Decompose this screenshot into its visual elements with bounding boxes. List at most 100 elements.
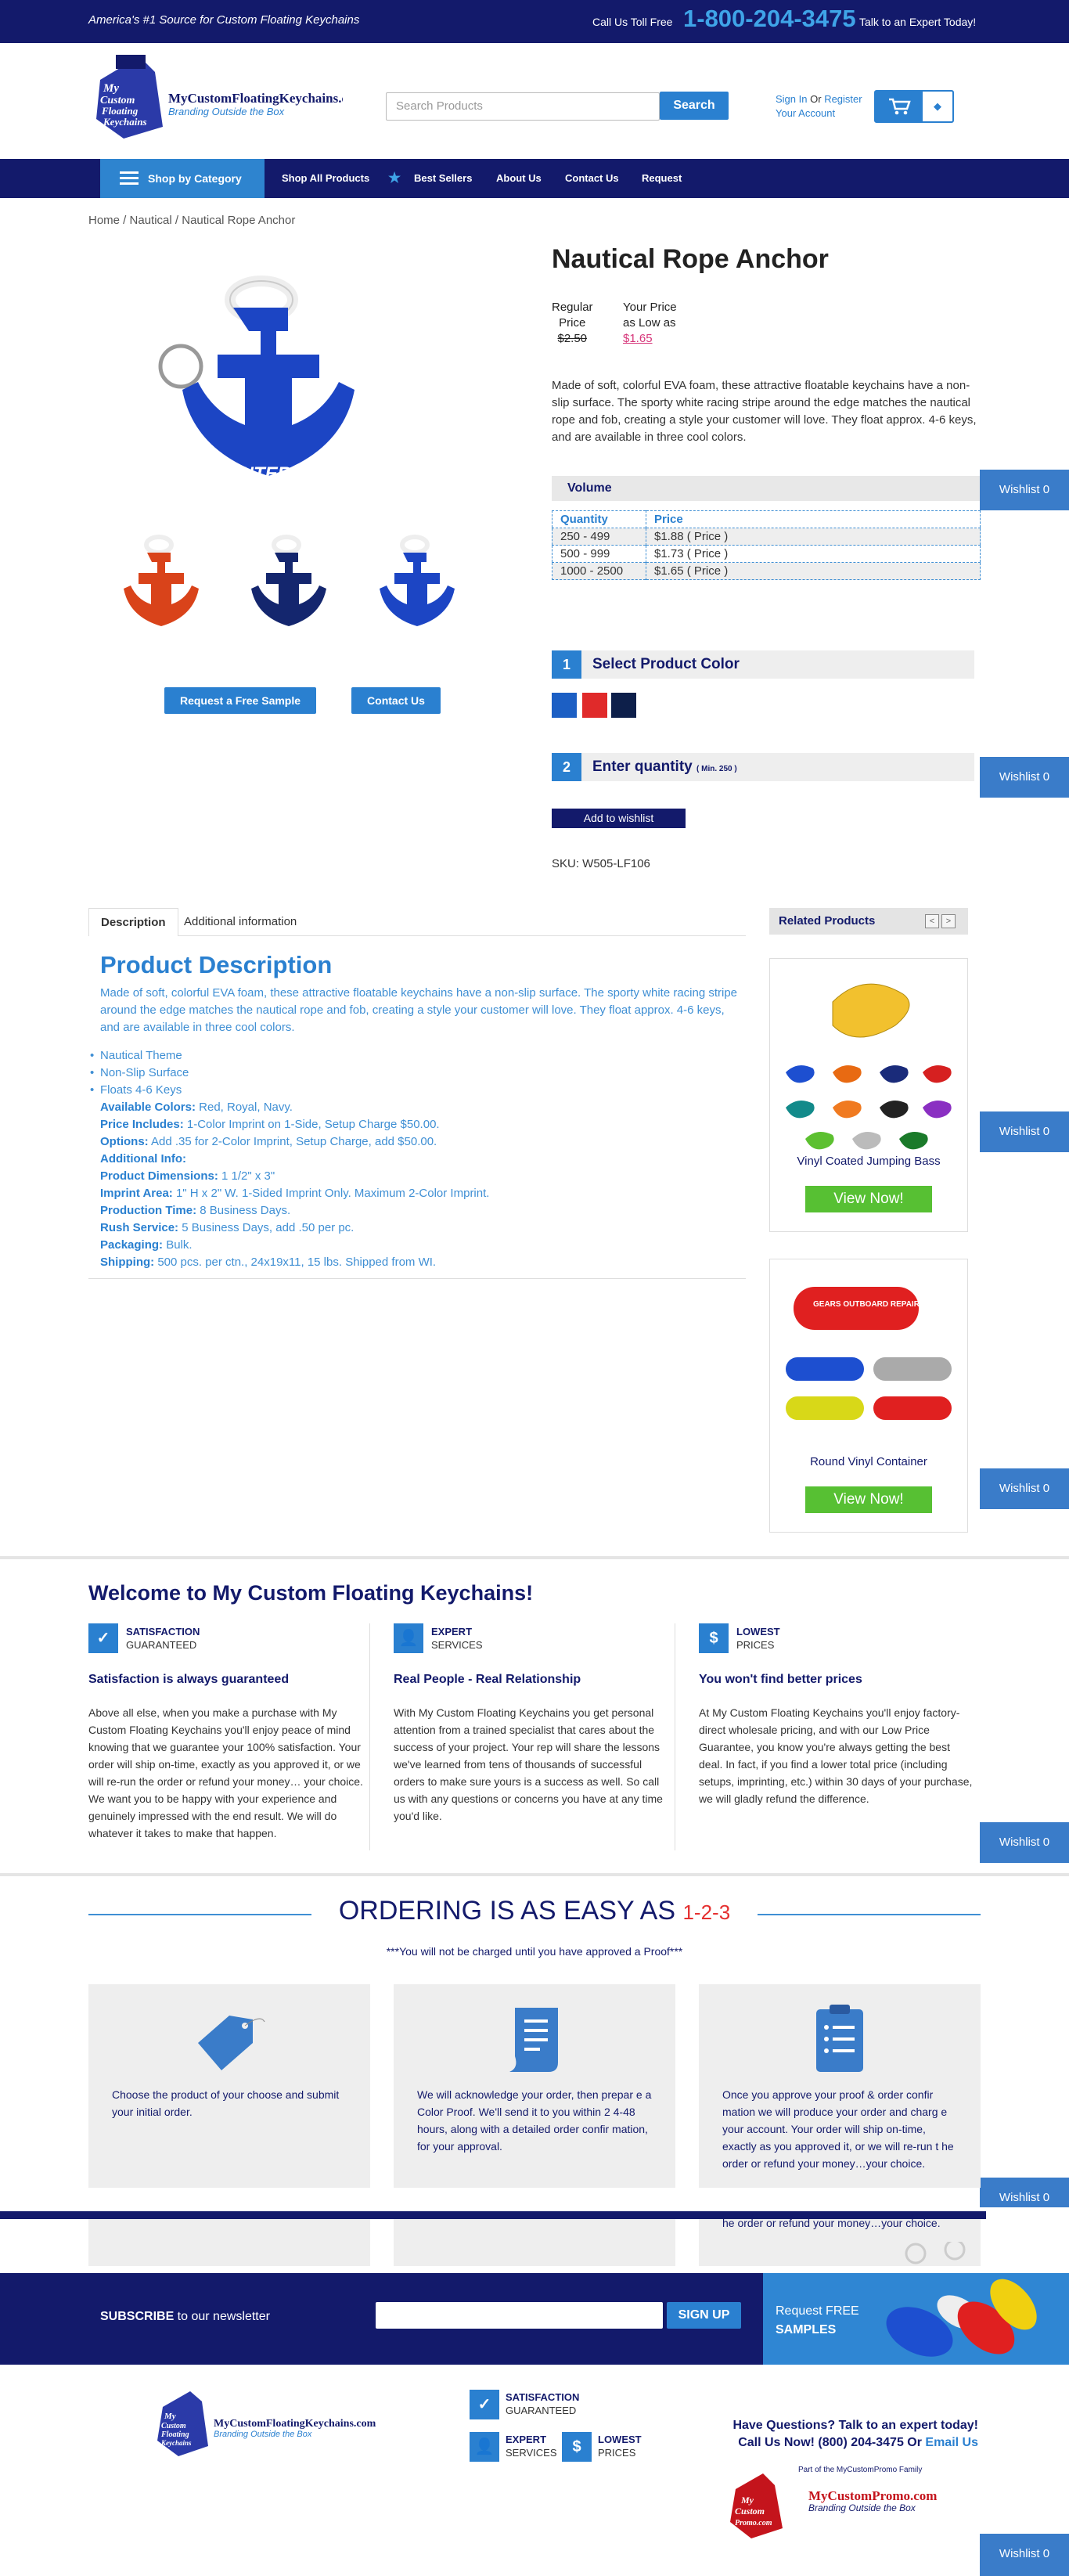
- product-description-text: Made of soft, colorful EVA foam, these a…: [100, 986, 738, 1034]
- svg-text:Custom: Custom: [735, 2506, 765, 2517]
- divider: [88, 1278, 746, 1279]
- related-product-name[interactable]: Vinyl Coated Jumping Bass: [770, 1155, 967, 1168]
- tab-additional-information[interactable]: Additional information: [184, 908, 297, 936]
- cart-button[interactable]: ◆: [874, 90, 954, 123]
- contact-us-button[interactable]: Contact Us: [351, 687, 441, 714]
- breadcrumb: Home / Nautical / Nautical Rope Anchor: [88, 214, 296, 227]
- step-select-color: 1 Select Product Color: [552, 650, 974, 679]
- register-link[interactable]: Register: [824, 93, 862, 105]
- wishlist-tab[interactable]: Wishlist 0: [980, 1111, 1069, 1152]
- newsletter-email-input[interactable]: [376, 2302, 663, 2329]
- svg-text:Promo.com: Promo.com: [735, 2519, 772, 2527]
- round-vinyl-container-image: GEARS OUTBOARD REPAIR: [786, 1287, 952, 1420]
- ordering-note: ***You will not be charged until you hav…: [386, 1945, 683, 1958]
- svg-text:MyCustomPromo.com: MyCustomPromo.com: [808, 2488, 937, 2503]
- spec-row: Additional Info:: [100, 1152, 186, 1166]
- view-now-button[interactable]: View Now!: [805, 1486, 932, 1513]
- wishlist-tab[interactable]: Wishlist 0: [980, 1822, 1069, 1863]
- cart-dropdown-icon[interactable]: ◆: [923, 92, 952, 121]
- cart-icon: [876, 92, 923, 121]
- breadcrumb-nautical[interactable]: Nautical: [130, 214, 172, 227]
- thumbnail-red[interactable]: [112, 529, 229, 647]
- site-logo[interactable]: My Custom Floating Keychains MyCustomFlo…: [92, 49, 365, 142]
- regular-price: $2.50: [557, 332, 588, 345]
- image-brand: MONTEREY: [210, 463, 318, 485]
- wishlist-tab[interactable]: Wishlist 0: [980, 1468, 1069, 1509]
- svg-text:Custom: Custom: [161, 2422, 186, 2430]
- your-price: $1.65: [623, 332, 653, 345]
- product-description-heading: Product Description: [100, 951, 333, 978]
- menu-icon: [120, 171, 139, 186]
- tagline: America's #1 Source for Custom Floating …: [88, 13, 360, 27]
- person-icon: 👤: [470, 2432, 499, 2462]
- spec-row: Production Time: 8 Business Days.: [100, 1204, 291, 1217]
- sku: SKU: W505-LF106: [552, 857, 650, 870]
- mycustompromo-logo[interactable]: My Custom Promo.com MyCustomPromo.com Br…: [724, 2466, 951, 2540]
- or-label: Or: [810, 93, 822, 105]
- add-to-wishlist-button[interactable]: Add to wishlist: [552, 809, 686, 828]
- spec-row: Shipping: 500 pcs. per ctn., 24x19x11, 1…: [100, 1256, 437, 1269]
- color-swatch-red[interactable]: [582, 693, 607, 718]
- shop-by-category[interactable]: Shop by Category: [100, 159, 265, 198]
- nav-about-us[interactable]: About Us: [496, 159, 542, 198]
- table-row: Quantity Price: [552, 510, 981, 528]
- email-us-link[interactable]: Email Us: [925, 2436, 978, 2449]
- sign-up-button[interactable]: SIGN UP: [667, 2302, 741, 2329]
- spec-row: Available Colors: Red, Royal, Navy.: [100, 1101, 293, 1114]
- nav-shop-all[interactable]: Shop All Products: [282, 159, 369, 198]
- list-item: Floats 4-6 Keys: [88, 1082, 746, 1099]
- contact-cta: Have Questions? Talk to an expert today!…: [732, 2419, 978, 2449]
- spec-row: Options: Add .35 for 2-Color Imprint, Se…: [100, 1135, 437, 1148]
- next-arrow-icon[interactable]: >: [941, 914, 956, 928]
- star-icon: ★: [388, 170, 401, 186]
- tab-description[interactable]: Description: [88, 908, 178, 936]
- thumbnail-navy[interactable]: [239, 529, 357, 647]
- divider: [369, 1623, 370, 1850]
- phone-link[interactable]: 1-800-204-3475: [683, 5, 856, 33]
- your-account-link[interactable]: Your Account: [776, 107, 835, 119]
- spec-row: Product Dimensions: 1 1/2" x 3": [100, 1169, 275, 1183]
- nav-request[interactable]: Request: [642, 159, 682, 198]
- search-button[interactable]: Search: [660, 92, 729, 120]
- regular-price-block: Regular Price $2.50: [552, 301, 593, 345]
- related-product-card[interactable]: GEARS OUTBOARD REPAIR Round Vinyl Contai…: [769, 1259, 968, 1533]
- section-divider: [0, 1556, 1069, 1559]
- product-spec-list: Nautical Theme Non-Slip Surface Floats 4…: [88, 1047, 746, 1271]
- ordering-step-1: Choose the product of your choose and su…: [88, 1984, 370, 2188]
- wishlist-tab[interactable]: Wishlist 0: [980, 470, 1069, 510]
- request-free-samples[interactable]: Request FREE SAMPLES: [763, 2242, 1069, 2365]
- check-icon: ✓: [470, 2390, 499, 2419]
- color-swatch-royal[interactable]: [552, 693, 577, 718]
- product-main-image[interactable]: MONTEREY BOATS: [146, 253, 412, 523]
- search-input[interactable]: Search Products: [386, 92, 660, 121]
- spec-row: Imprint Area: 1" H x 2" W. 1-Sided Impri…: [100, 1187, 490, 1200]
- prev-arrow-icon[interactable]: <: [925, 914, 939, 928]
- nav-contact-us[interactable]: Contact Us: [565, 159, 619, 198]
- thumbnail-royal[interactable]: [368, 529, 485, 647]
- call-label: Call Us Toll Free: [592, 16, 673, 28]
- related-product-card[interactable]: Vinyl Coated Jumping Bass View Now!: [769, 958, 968, 1232]
- svg-text:Keychains: Keychains: [160, 2439, 192, 2447]
- svg-text:Branding Outside the Box: Branding Outside the Box: [214, 2430, 312, 2439]
- product-tabs: Description Additional information: [88, 908, 746, 936]
- step-enter-quantity: 2 Enter quantity ( Min. 250 ): [552, 753, 974, 781]
- free-sample-button[interactable]: Request a Free Sample: [164, 687, 316, 714]
- color-swatch-navy[interactable]: [611, 693, 636, 718]
- document-icon: [509, 2008, 558, 2072]
- person-icon: 👤: [394, 1623, 423, 1653]
- ordering-heading: ORDERING IS AS EASY AS 1-2-3: [88, 1896, 981, 1926]
- dollar-icon: $: [562, 2432, 592, 2462]
- wishlist-tab[interactable]: Wishlist 0: [980, 757, 1069, 798]
- nav-best-sellers[interactable]: Best Sellers: [414, 159, 472, 198]
- product-short-description: Made of soft, colorful EVA foam, these a…: [552, 379, 977, 444]
- svg-text:Branding Outside the Box: Branding Outside the Box: [808, 2502, 916, 2513]
- footer-logo[interactable]: My Custom Floating Keychains MyCustomFlo…: [155, 2387, 390, 2458]
- section-divider: [0, 1873, 1069, 1876]
- wishlist-tab[interactable]: Wishlist 0: [980, 2534, 1069, 2576]
- expert-label: Talk to an Expert Today!: [859, 16, 977, 28]
- sign-in-link[interactable]: Sign In: [776, 93, 807, 105]
- ordering-step-2: We will acknowledge your order, then pre…: [394, 1984, 675, 2188]
- view-now-button[interactable]: View Now!: [805, 1186, 932, 1212]
- breadcrumb-home[interactable]: Home: [88, 214, 120, 227]
- related-product-name[interactable]: Round Vinyl Container: [770, 1455, 967, 1468]
